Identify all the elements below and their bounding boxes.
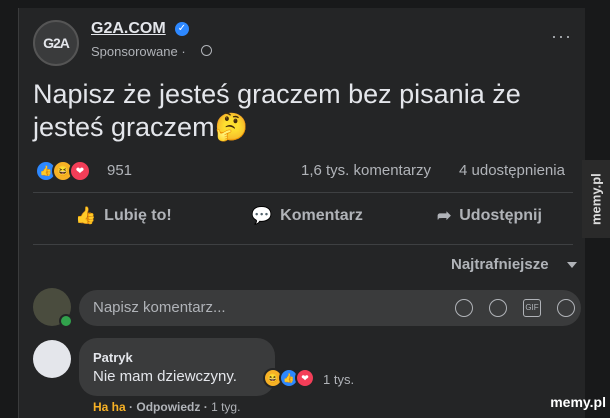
page-avatar[interactable]: G2A [33, 20, 79, 66]
haha-reaction-link[interactable]: Ha ha [93, 400, 126, 414]
post-text: Napisz że jesteś graczem bez pisania że … [33, 79, 521, 142]
comment-actions: Ha ha · Odpowiedz · 1 tyg. [93, 400, 241, 414]
love-reaction-icon: ❤ [69, 160, 91, 182]
comment-composer[interactable]: GIF [79, 290, 581, 326]
comment-bubble: Patryk Nie mam dziewczyny. [79, 338, 275, 396]
sticker-icon[interactable] [557, 299, 575, 317]
verified-badge-icon: ✓ [175, 22, 189, 36]
like-button[interactable]: 👍 Lubię to! [75, 206, 172, 226]
comment-reaction-count[interactable]: 1 tys. [323, 372, 354, 387]
commenter-name[interactable]: Patryk [93, 350, 133, 365]
sponsored-label[interactable]: Sponsorowane · [91, 44, 186, 59]
like-label: Lubię to! [104, 207, 172, 224]
comment-timestamp[interactable]: 1 tyg. [211, 400, 240, 414]
g2a-logo: G2A [43, 35, 70, 51]
sort-dropdown[interactable]: Najtrafniejsze [451, 256, 549, 273]
camera-icon[interactable] [489, 299, 507, 317]
share-label: Udostępnij [459, 207, 542, 224]
comment-label: Komentarz [280, 207, 363, 224]
love-reaction-icon: ❤ [295, 368, 315, 388]
globe-icon [201, 45, 212, 56]
shares-count-link[interactable]: 4 udostępnienia [459, 162, 565, 179]
divider [33, 192, 573, 193]
memy-watermark-corner: memy.pl [550, 394, 606, 410]
divider [33, 244, 573, 245]
comment-reaction-icons[interactable]: 😆 👍 ❤ [263, 368, 315, 388]
comments-count-link[interactable]: 1,6 tys. komentarzy [301, 162, 431, 179]
reaction-count[interactable]: 951 [107, 162, 132, 179]
thumbs-up-icon: 👍 [75, 206, 97, 225]
online-status-icon [59, 314, 73, 328]
share-icon: ➦ [437, 206, 452, 225]
more-options-icon[interactable]: ··· [551, 26, 572, 47]
memy-watermark-side: memy.pl [582, 160, 610, 238]
emoji-icon[interactable] [455, 299, 473, 317]
gif-icon[interactable]: GIF [523, 299, 541, 317]
reaction-icons[interactable]: 👍 😆 ❤ [35, 160, 91, 182]
comment-input[interactable] [93, 299, 293, 316]
page-name-link[interactable]: G2A.COM [91, 20, 166, 38]
reply-link[interactable]: Odpowiedz [136, 400, 200, 414]
chevron-down-icon[interactable] [567, 262, 577, 268]
comment-text: Nie mam dziewczyny. [93, 368, 237, 385]
post-card: G2A G2A.COM ✓ Sponsorowane · ··· Napisz … [18, 8, 585, 418]
comment-icon: 💬 [251, 206, 273, 225]
comment-button[interactable]: 💬 Komentarz [251, 206, 363, 226]
share-button[interactable]: ➦ Udostępnij [437, 206, 542, 226]
commenter-avatar[interactable] [33, 340, 71, 378]
